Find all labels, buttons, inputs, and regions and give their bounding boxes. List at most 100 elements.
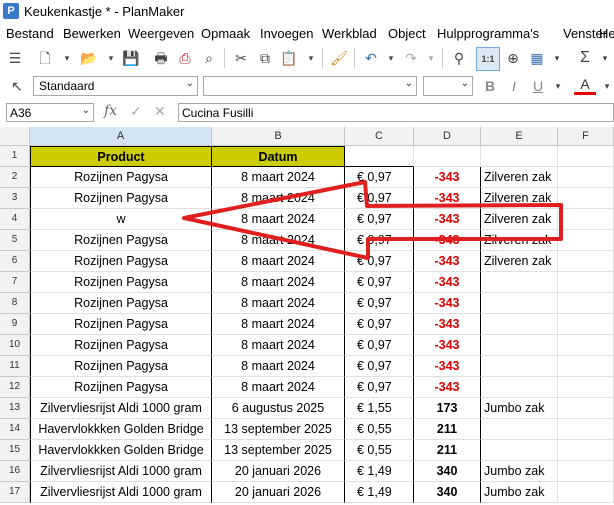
check-icon[interactable]: ✓: [130, 103, 142, 120]
format-painter-icon[interactable]: 🖌: [328, 47, 350, 69]
redo-dropdown-icon[interactable]: ▾: [420, 47, 442, 69]
row-header[interactable]: 5: [0, 230, 30, 251]
cell-days[interactable]: -343: [414, 230, 481, 251]
menu-item-werkblad[interactable]: Werkblad: [322, 26, 377, 41]
table-icon[interactable]: ▦: [526, 47, 548, 69]
cell-days[interactable]: 211: [414, 419, 481, 440]
open-dropdown-icon[interactable]: ▾: [100, 47, 122, 69]
table-cell[interactable]: [558, 251, 614, 272]
cell-date[interactable]: 8 maart 2024: [212, 230, 345, 251]
table-cell[interactable]: [558, 356, 614, 377]
new-dropdown-icon[interactable]: ▾: [56, 47, 78, 69]
table-cell[interactable]: [558, 188, 614, 209]
cell-date[interactable]: 8 maart 2024: [212, 335, 345, 356]
cell-product[interactable]: Zilvervliesrijst Aldi 1000 gram: [30, 461, 212, 482]
cell-date[interactable]: 8 maart 2024: [212, 293, 345, 314]
table-cell[interactable]: [558, 167, 614, 188]
cell-date[interactable]: 8 maart 2024: [212, 209, 345, 230]
save-icon[interactable]: 💾: [120, 47, 142, 69]
cell-packaging[interactable]: Zilveren zak: [481, 167, 558, 188]
column-header-b[interactable]: B: [212, 127, 345, 146]
cut-icon[interactable]: ✂: [230, 47, 252, 69]
autosum-icon[interactable]: Σ: [574, 47, 596, 69]
cancel-icon[interactable]: ✕: [154, 103, 166, 120]
cell-packaging[interactable]: [481, 272, 558, 293]
cell-price[interactable]: € 0,97: [345, 314, 414, 335]
menu-item-weergeven[interactable]: Weergeven: [128, 26, 194, 41]
row-header[interactable]: 2: [0, 167, 30, 188]
cell-date[interactable]: 6 augustus 2025: [212, 398, 345, 419]
cell-price[interactable]: € 0,97: [345, 188, 414, 209]
italic-button[interactable]: I: [503, 75, 525, 97]
cell-date[interactable]: 8 maart 2024: [212, 356, 345, 377]
cell-price[interactable]: € 0,55: [345, 440, 414, 461]
header-cell-datum[interactable]: Datum: [212, 146, 345, 167]
cell-packaging[interactable]: [481, 314, 558, 335]
search-icon[interactable]: ⚲: [448, 47, 470, 69]
cell-packaging[interactable]: Jumbo zak: [481, 398, 558, 419]
cell-product[interactable]: Havervlokkken Golden Bridge: [30, 440, 212, 461]
menu-item-invoegen[interactable]: Invoegen: [260, 26, 314, 41]
menu-item-hulpprogramma-s[interactable]: Hulpprogramma's: [437, 26, 539, 41]
cell-product[interactable]: Havervlokkken Golden Bridge: [30, 419, 212, 440]
table-cell[interactable]: [558, 377, 614, 398]
cell-product[interactable]: Rozijnen Pagysa: [30, 356, 212, 377]
table-cell[interactable]: [558, 419, 614, 440]
table-cell[interactable]: [558, 335, 614, 356]
new-document-icon[interactable]: 🗋: [34, 47, 56, 69]
cell-packaging[interactable]: Zilveren zak: [481, 209, 558, 230]
cell-days[interactable]: -343: [414, 356, 481, 377]
cell-product[interactable]: Rozijnen Pagysa: [30, 293, 212, 314]
underline-button[interactable]: U: [527, 75, 549, 97]
table-cell[interactable]: [558, 314, 614, 335]
cell-packaging[interactable]: Jumbo zak: [481, 482, 558, 503]
cell-price[interactable]: € 0,97: [345, 251, 414, 272]
cell-date[interactable]: 8 maart 2024: [212, 188, 345, 209]
formula-input[interactable]: Cucina Fusilli: [178, 103, 614, 122]
row-header[interactable]: 7: [0, 272, 30, 293]
table-cell[interactable]: [558, 209, 614, 230]
bold-button[interactable]: B: [479, 75, 501, 97]
cell-days[interactable]: -343: [414, 167, 481, 188]
select-pointer-icon[interactable]: ↖: [6, 75, 28, 97]
undo-dropdown-icon[interactable]: ▾: [380, 47, 402, 69]
table-cell[interactable]: [558, 482, 614, 503]
row-header[interactable]: 17: [0, 482, 30, 503]
menu-item-object[interactable]: Object: [388, 26, 426, 41]
cell-packaging[interactable]: Jumbo zak: [481, 461, 558, 482]
underline-dropdown-icon[interactable]: ▾: [547, 75, 569, 97]
menu-item-bestand[interactable]: Bestand: [6, 26, 54, 41]
paste-dropdown-icon[interactable]: ▾: [300, 47, 322, 69]
table-cell[interactable]: [558, 461, 614, 482]
font-combo[interactable]: ⌄: [203, 76, 417, 96]
cell-product[interactable]: Rozijnen Pagysa: [30, 377, 212, 398]
cell-packaging[interactable]: [481, 335, 558, 356]
cell-days[interactable]: -343: [414, 209, 481, 230]
row-header[interactable]: 1: [0, 146, 30, 167]
cell-price[interactable]: € 1,49: [345, 482, 414, 503]
table-cell[interactable]: [558, 272, 614, 293]
cell-date[interactable]: 8 maart 2024: [212, 314, 345, 335]
column-header-a[interactable]: A: [30, 127, 212, 146]
cell-product[interactable]: Rozijnen Pagysa: [30, 251, 212, 272]
row-header[interactable]: 16: [0, 461, 30, 482]
cell-price[interactable]: € 0,97: [345, 272, 414, 293]
column-header-f[interactable]: F: [558, 127, 614, 146]
menu-toggle-icon[interactable]: ☰: [4, 47, 26, 69]
cell-product[interactable]: Rozijnen Pagysa: [30, 272, 212, 293]
cell-product[interactable]: Zilvervliesrijst Aldi 1000 gram: [30, 482, 212, 503]
cell-days[interactable]: -343: [414, 251, 481, 272]
autosum-dropdown-icon[interactable]: ▾: [594, 47, 614, 69]
select-all-corner[interactable]: [0, 127, 30, 146]
table-cell[interactable]: [558, 230, 614, 251]
menu-item-he[interactable]: He: [599, 26, 614, 41]
cell-packaging[interactable]: Zilveren zak: [481, 230, 558, 251]
cell-packaging[interactable]: Zilveren zak: [481, 188, 558, 209]
cell-days[interactable]: -343: [414, 377, 481, 398]
cell-date[interactable]: 8 maart 2024: [212, 167, 345, 188]
cell-product[interactable]: Rozijnen Pagysa: [30, 335, 212, 356]
table-cell[interactable]: [558, 293, 614, 314]
cell-price[interactable]: € 1,55: [345, 398, 414, 419]
cell-date[interactable]: 8 maart 2024: [212, 272, 345, 293]
cell-price[interactable]: € 0,55: [345, 419, 414, 440]
